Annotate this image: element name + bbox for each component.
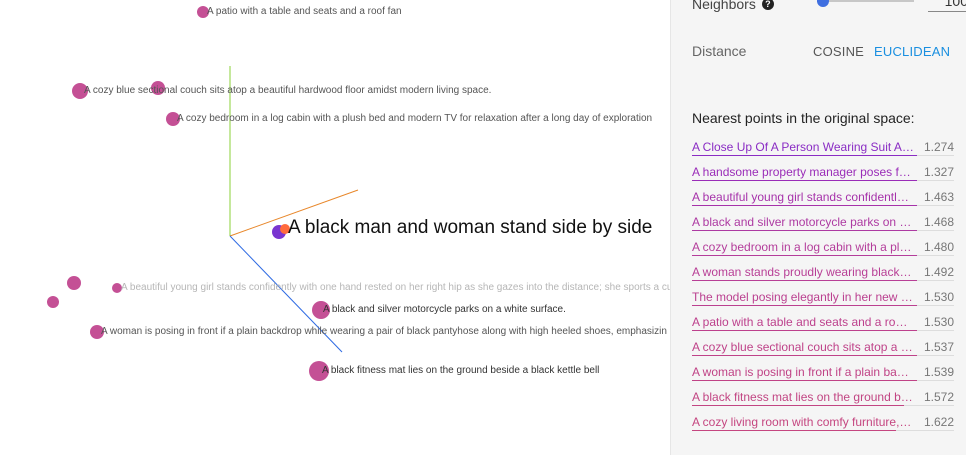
nearest-point-distance: 1.537	[923, 340, 954, 354]
point-label: A black and silver motorcycle parks on a…	[323, 304, 566, 315]
nearest-points-title: Nearest points in the original space:	[692, 110, 915, 126]
inspector-panel: Neighbors ? Distance COSINE EUCLIDEAN Ne…	[670, 0, 966, 455]
nearest-point-row[interactable]: A cozy living room with comfy furniture,…	[692, 413, 954, 438]
nearest-point-text[interactable]: A cozy blue sectional couch sits atop a …	[692, 338, 914, 356]
nearest-point-text[interactable]: A cozy bedroom in a log cabin with a plu…	[692, 238, 914, 256]
distance-bar	[692, 280, 917, 281]
nearest-point-text[interactable]: A beautiful young girl stands confidentl…	[692, 188, 914, 206]
nearest-point-row[interactable]: A woman stands proudly wearing black clo…	[692, 263, 954, 288]
euclidean-button[interactable]: EUCLIDEAN	[874, 44, 950, 59]
point-label: A cozy blue sectional couch sits atop a …	[84, 85, 492, 96]
selected-point-label: A black man and woman stand side by side	[288, 217, 653, 238]
nearest-point-row[interactable]: The model posing elegantly in her new ou…	[692, 288, 954, 313]
point-label: A patio with a table and seats and a roo…	[207, 6, 402, 17]
nearest-point-distance: 1.539	[923, 365, 954, 379]
nearest-point-distance: 1.572	[923, 390, 954, 404]
nearest-points-list: A Close Up Of A Person Wearing Suit And …	[692, 138, 954, 438]
point-label: A beautiful young girl stands confidentl…	[121, 282, 670, 293]
nearest-point-row[interactable]: A black fitness mat lies on the ground b…	[692, 388, 954, 413]
distance-bar	[692, 255, 917, 256]
nearest-point-row[interactable]: A patio with a table and seats and a roo…	[692, 313, 954, 338]
nearest-point-text[interactable]: The model posing elegantly in her new ou…	[692, 288, 914, 306]
nearest-point-text[interactable]: A woman stands proudly wearing black clo…	[692, 263, 914, 281]
nearest-point-distance: 1.492	[923, 265, 954, 279]
nearest-point-text[interactable]: A Close Up Of A Person Wearing Suit And …	[692, 138, 914, 156]
nearest-point-row[interactable]: A Close Up Of A Person Wearing Suit And …	[692, 138, 954, 163]
nearest-point-distance: 1.327	[923, 165, 954, 179]
distance-bar	[692, 180, 917, 181]
projection-viewport[interactable]: A patio with a table and seats and a roo…	[0, 0, 670, 455]
neighbors-control: Neighbors ?	[692, 0, 966, 12]
data-point[interactable]	[67, 276, 81, 290]
nearest-point-distance: 1.530	[923, 290, 954, 304]
distance-bar	[692, 305, 917, 306]
neighbors-label: Neighbors	[692, 0, 756, 12]
nearest-point-distance: 1.480	[923, 240, 954, 254]
nearest-point-row[interactable]: A handsome property manager poses for a …	[692, 163, 954, 188]
nearest-point-text[interactable]: A woman is posing in front if a plain ba…	[692, 363, 914, 381]
neighbors-input[interactable]	[928, 0, 966, 12]
distance-bar	[692, 405, 904, 406]
nearest-point-row[interactable]: A woman is posing in front if a plain ba…	[692, 363, 954, 388]
nearest-point-distance: 1.622	[923, 415, 954, 429]
distance-label: Distance	[692, 43, 747, 59]
distance-bar	[692, 380, 917, 381]
distance-bar	[692, 205, 917, 206]
distance-bar	[692, 155, 917, 156]
nearest-point-distance: 1.468	[923, 215, 954, 229]
nearest-point-text[interactable]: A black and silver motorcycle parks on a…	[692, 213, 914, 231]
slider-thumb[interactable]	[816, 0, 829, 7]
point-label: A woman is posing in front if a plain ba…	[101, 326, 667, 337]
nearest-point-distance: 1.530	[923, 315, 954, 329]
nearest-point-text[interactable]: A handsome property manager poses for a …	[692, 163, 914, 181]
nearest-point-text[interactable]: A black fitness mat lies on the ground b…	[692, 388, 914, 406]
distance-bar	[692, 430, 896, 431]
nearest-point-row[interactable]: A cozy bedroom in a log cabin with a plu…	[692, 238, 954, 263]
distance-bar	[692, 330, 917, 331]
nearest-point-text[interactable]: A patio with a table and seats and a roo…	[692, 313, 914, 331]
nearest-point-distance: 1.274	[923, 140, 954, 154]
neighbors-slider[interactable]	[816, 0, 914, 7]
point-label: A cozy bedroom in a log cabin with a plu…	[177, 113, 653, 124]
nearest-point-distance: 1.463	[923, 190, 954, 204]
point-label: A black fitness mat lies on the ground b…	[322, 365, 600, 376]
distance-bar	[692, 355, 917, 356]
nearest-point-row[interactable]: A cozy blue sectional couch sits atop a …	[692, 338, 954, 363]
nearest-point-text[interactable]: A cozy living room with comfy furniture,…	[692, 413, 914, 431]
data-point[interactable]	[47, 296, 59, 308]
help-icon[interactable]: ?	[761, 0, 774, 10]
cosine-button[interactable]: COSINE	[813, 44, 864, 59]
nearest-point-row[interactable]: A black and silver motorcycle parks on a…	[692, 213, 954, 238]
distance-bar	[692, 230, 917, 231]
nearest-point-row[interactable]: A beautiful young girl stands confidentl…	[692, 188, 954, 213]
